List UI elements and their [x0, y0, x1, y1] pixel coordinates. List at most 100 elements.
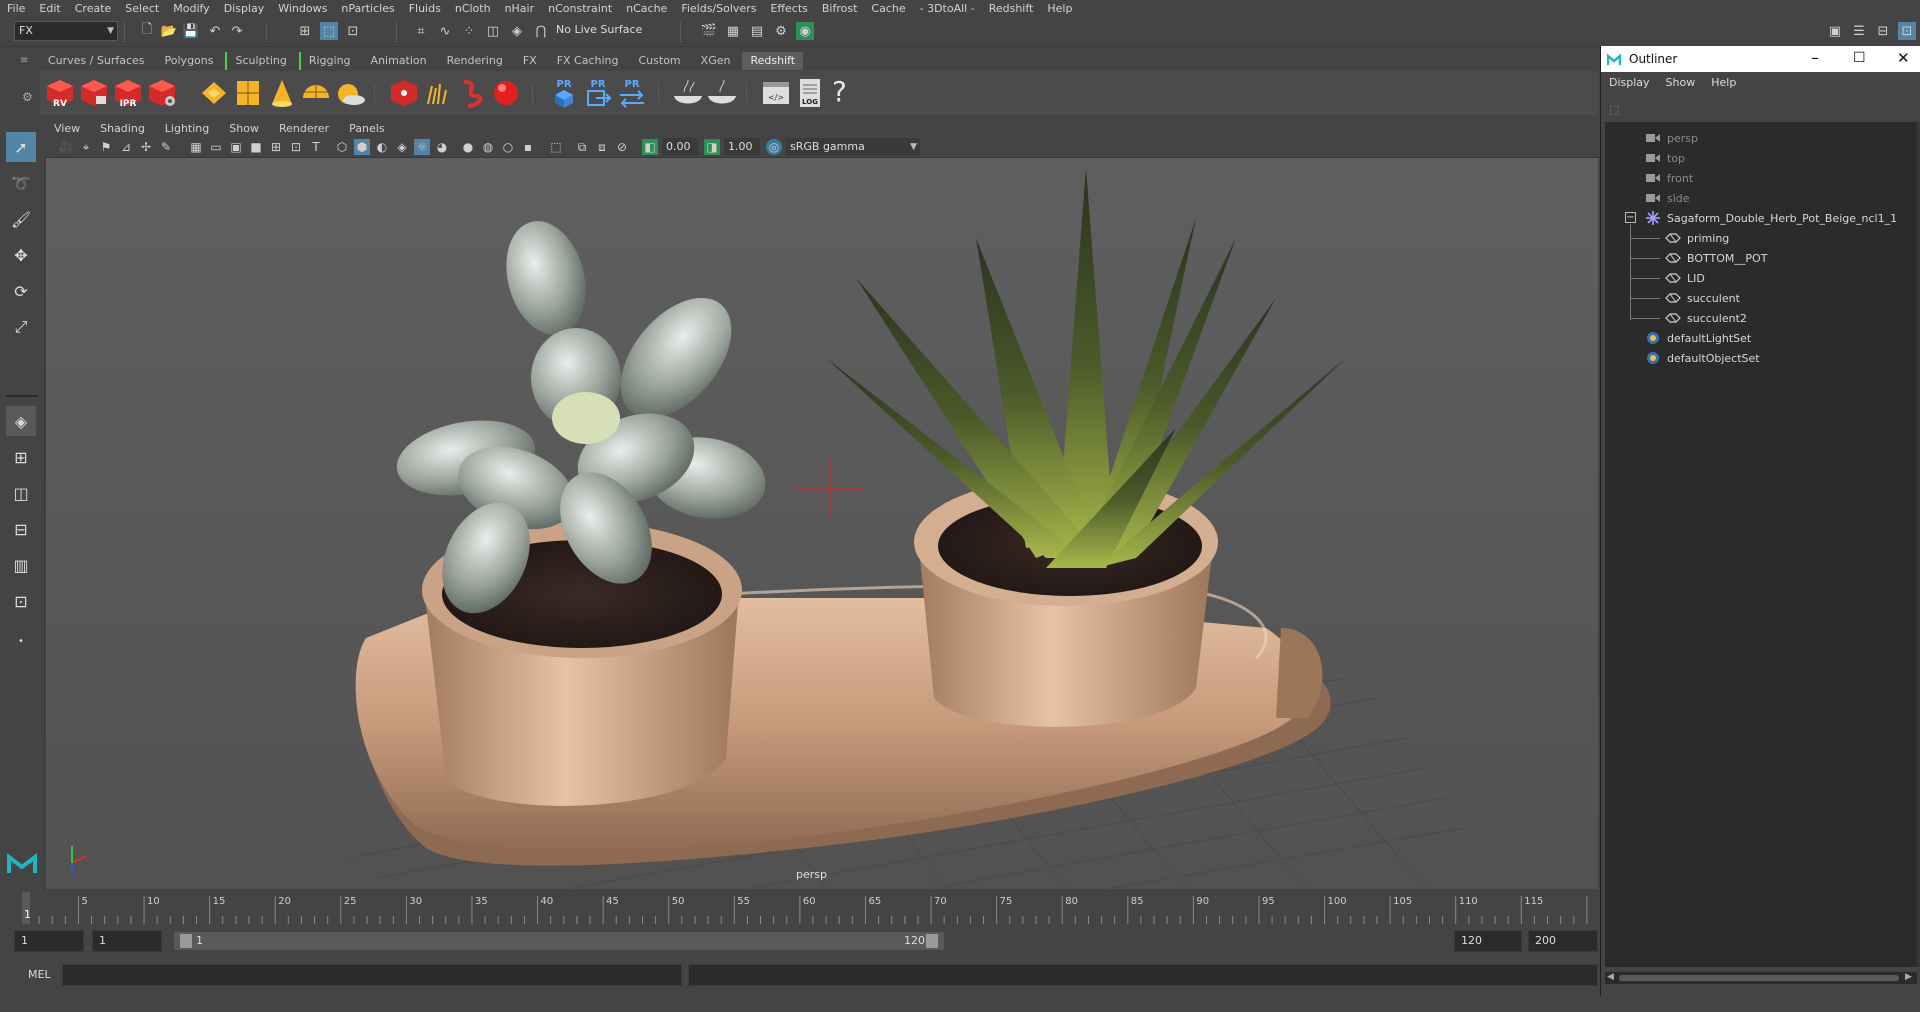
rs-sphere-icon[interactable] [490, 76, 522, 110]
menu-display[interactable]: Display [217, 2, 272, 15]
two-side-layout-icon[interactable]: ◫ [6, 478, 36, 508]
camera-select-icon[interactable]: 🎥 [58, 139, 74, 155]
safe-title-icon[interactable]: T [308, 139, 324, 155]
panel-menu-shading[interactable]: Shading [90, 122, 155, 135]
redo-icon[interactable]: ↷ [228, 22, 246, 40]
menu-create[interactable]: Create [68, 2, 119, 15]
persp-outliner-layout-icon[interactable]: ▥ [6, 550, 36, 580]
tool-settings-icon[interactable]: ⊟ [1874, 22, 1892, 40]
shelf-tab-xgen[interactable]: XGen [693, 52, 739, 70]
open-scene-icon[interactable]: 📂 [160, 22, 178, 40]
menu-fields-solvers[interactable]: Fields/Solvers [674, 2, 763, 15]
select-object-icon[interactable]: ⬚ [320, 22, 338, 40]
persp-graph-layout-icon[interactable]: ⊡ [6, 586, 36, 616]
rs-proxy-icon[interactable] [198, 76, 230, 110]
rs-dome-light-icon[interactable] [300, 76, 332, 110]
menu-fluids[interactable]: Fluids [402, 2, 448, 15]
rs-spot-light-icon[interactable] [266, 76, 298, 110]
motion-blur-icon[interactable]: ◍ [480, 139, 496, 155]
outliner-menu-show[interactable]: Show [1658, 76, 1704, 89]
outliner-item[interactable]: succulent2 [1665, 308, 1747, 328]
close-icon[interactable]: ✕ [1897, 49, 1910, 67]
exposure-toggle-icon[interactable]: ◧ [642, 139, 658, 155]
outliner-titlebar[interactable]: Outliner – ☐ ✕ [1601, 46, 1920, 72]
rs-hair-icon[interactable] [422, 76, 454, 110]
shelf-tab-fx[interactable]: FX [515, 52, 545, 70]
snap-surface-icon[interactable]: ◈ [508, 22, 526, 40]
xray-joints-icon[interactable]: ⧈ [594, 139, 610, 155]
shelf-tab-fx-caching[interactable]: FX Caching [549, 52, 627, 70]
use-all-lights-icon[interactable]: ☼ [414, 139, 430, 155]
resolution-gate-icon[interactable]: ▣ [228, 139, 244, 155]
panel-menu-renderer[interactable]: Renderer [269, 122, 339, 135]
render-frame-icon[interactable]: ▦ [724, 22, 742, 40]
shelf-tab-rendering[interactable]: Rendering [439, 52, 511, 70]
outliner-item[interactable]: BOTTOM__POT [1665, 248, 1767, 268]
menu-cache[interactable]: Cache [864, 2, 912, 15]
ipr-render-icon[interactable]: ▤ [748, 22, 766, 40]
safe-action-icon[interactable]: ⊡ [288, 139, 304, 155]
scale-tool-icon[interactable]: ⤢ [6, 312, 36, 342]
rs-bowl-icon[interactable] [672, 76, 704, 110]
textured-icon[interactable]: ◈ [394, 139, 410, 155]
image-plane-icon[interactable]: ⊿ [118, 139, 134, 155]
film-gate-icon[interactable]: ▭ [208, 139, 224, 155]
rs-volume-icon[interactable] [232, 76, 264, 110]
maximize-icon[interactable]: ☐ [1853, 50, 1866, 66]
outliner-item[interactable]: Sagaform_Double_Herb_Pot_Beige_ncl1_1 [1645, 208, 1897, 228]
xray-components-icon[interactable]: ⊘ [614, 139, 630, 155]
menuset-dropdown[interactable]: FX ▼ [14, 21, 118, 41]
live-surface-field[interactable]: No Live Surface [552, 21, 652, 41]
rs-sun-sky-icon[interactable] [334, 76, 366, 110]
rs-ipr-icon[interactable]: IPR [112, 76, 144, 110]
four-view-layout-icon[interactable]: ⊞ [6, 442, 36, 472]
outliner-item[interactable]: side [1645, 188, 1690, 208]
shelf-menu-icon[interactable]: ≡ [20, 55, 28, 66]
outliner-item[interactable]: succulent [1665, 288, 1740, 308]
command-input[interactable] [62, 964, 682, 986]
time-slider[interactable]: 5 10 15 20 25 30 35 40 45 50 55 60 65 70 75 80 85 90 95 100… [20, 892, 1600, 924]
rs-settings-icon[interactable] [146, 76, 178, 110]
playback-end-field[interactable]: 120 [1454, 930, 1522, 952]
outliner-item[interactable]: priming [1665, 228, 1729, 248]
shelf-tab-custom[interactable]: Custom [631, 52, 689, 70]
color-management-icon[interactable]: ◎ [766, 139, 782, 155]
scroll-right-icon[interactable]: ▶ [1905, 972, 1912, 982]
panel-menu-view[interactable]: View [44, 122, 90, 135]
range-slider-end-handle[interactable] [926, 934, 938, 948]
rs-material-icon[interactable] [388, 76, 420, 110]
wireframe-icon[interactable]: ⬡ [334, 139, 350, 155]
snap-grid-icon[interactable]: ⌗ [412, 22, 430, 40]
xray-icon[interactable]: ⧉ [574, 139, 590, 155]
gamma-field[interactable]: 1.00 [724, 138, 760, 156]
menu-windows[interactable]: Windows [271, 2, 334, 15]
field-chart-icon[interactable]: ⊞ [268, 139, 284, 155]
attribute-editor-icon[interactable]: ☰ [1850, 22, 1868, 40]
save-scene-icon[interactable]: 💾 [182, 22, 200, 40]
select-hierarchy-icon[interactable]: ⊞ [296, 22, 314, 40]
rs-render-view-icon[interactable]: RV [44, 76, 76, 110]
outliner-filter-bar[interactable]: ⬚ [1607, 101, 1917, 119]
paint-select-tool-icon[interactable]: 🖌 [6, 204, 36, 234]
menu-nhair[interactable]: nHair [498, 2, 542, 15]
gamma-toggle-icon[interactable]: ◨ [704, 139, 720, 155]
menu-nparticles[interactable]: nParticles [334, 2, 401, 15]
menu-modify[interactable]: Modify [166, 2, 216, 15]
filter-icon[interactable]: ⬚ [1609, 103, 1619, 116]
menu-nconstraint[interactable]: nConstraint [541, 2, 619, 15]
shelf-settings-icon[interactable]: ⚙ [22, 90, 33, 104]
depth-of-field-icon[interactable]: ▪ [520, 139, 536, 155]
exposure-field[interactable]: 0.00 [662, 138, 698, 156]
select-tool-icon[interactable]: ➚ [6, 132, 36, 162]
menu-select[interactable]: Select [118, 2, 166, 15]
playback-start-field[interactable]: 1 [92, 930, 162, 952]
menu-help[interactable]: Help [1040, 2, 1079, 15]
menu-file[interactable]: File [0, 2, 32, 15]
outliner-item[interactable]: top [1645, 148, 1685, 168]
panel-menu-panels[interactable]: Panels [339, 122, 394, 135]
rs-bowl-alt-icon[interactable] [706, 76, 738, 110]
grid-toggle-icon[interactable]: ▦ [188, 139, 204, 155]
end-frame-field[interactable]: 200 [1528, 930, 1598, 952]
scroll-thumb[interactable] [1619, 975, 1899, 981]
smooth-shade-icon[interactable]: ⬢ [354, 139, 370, 155]
